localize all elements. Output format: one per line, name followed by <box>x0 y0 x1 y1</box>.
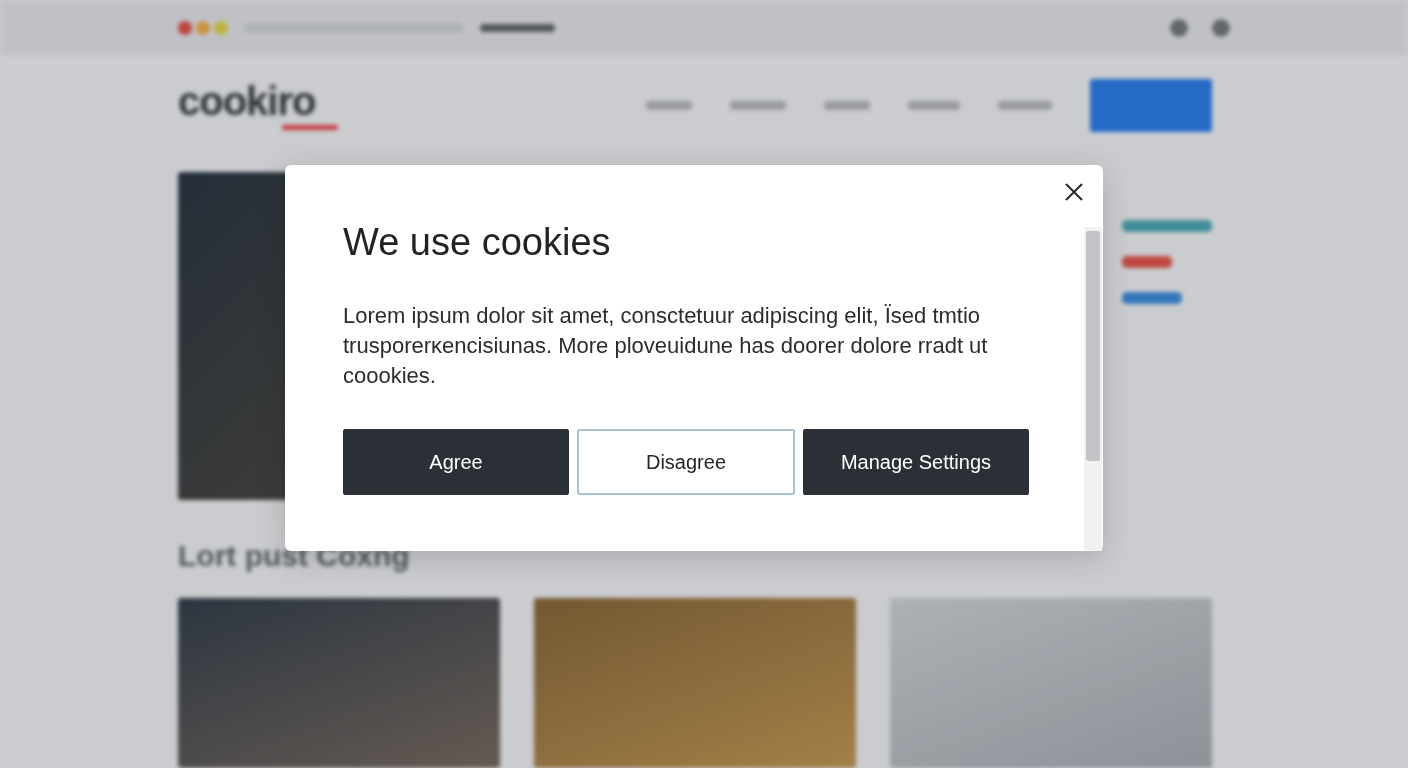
consent-button[interactable]: Agree <box>343 429 569 495</box>
scrollbar-thumb[interactable] <box>1086 231 1100 461</box>
scrollbar[interactable] <box>1084 227 1102 551</box>
modal-backdrop: We use cookies Lorem ipsum dolor sit ame… <box>0 0 1408 768</box>
cookie-dialog: We use cookies Lorem ipsum dolor sit ame… <box>285 165 1103 551</box>
button-label: Disagree <box>646 451 726 473</box>
button-label: Agree <box>429 451 482 473</box>
close-icon[interactable] <box>1063 181 1085 203</box>
consent-button[interactable]: Disagree <box>577 429 795 495</box>
button-row: Agree Disagree Manage Settings <box>343 429 1023 495</box>
dialog-title: We use cookies <box>343 221 1023 265</box>
consent-button[interactable]: Manage Settings <box>803 429 1029 495</box>
button-label: Manage Settings <box>841 451 991 473</box>
dialog-text: Lorem ipsum dolor sit amet, consctetuur … <box>343 301 1023 391</box>
